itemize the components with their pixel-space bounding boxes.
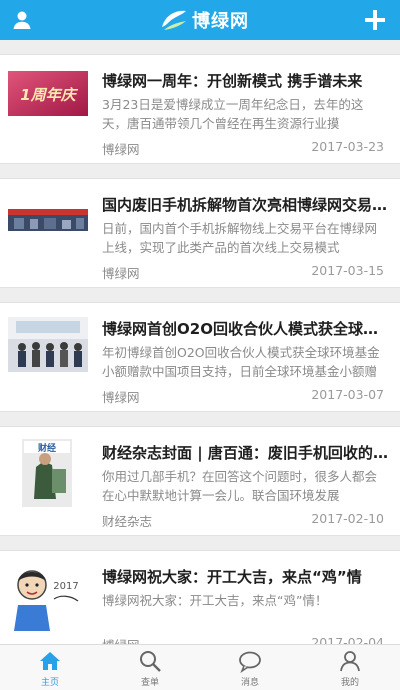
message-icon bbox=[239, 651, 261, 673]
bottom-tab-bar: 主页 查单 消息 我的 bbox=[0, 644, 400, 690]
news-summary: 日前，国内首个手机拆解物线上交易平台在博绿网上线，实现了此类产品的首次线上交易模… bbox=[102, 221, 378, 255]
search-icon bbox=[140, 651, 161, 672]
tab-orders[interactable]: 查单 bbox=[100, 645, 200, 690]
news-source: 财经杂志 bbox=[102, 514, 153, 529]
news-title[interactable]: 博绿网一周年：开创新模式 携手谱未来 bbox=[102, 70, 390, 91]
plus-icon bbox=[365, 10, 385, 30]
news-item[interactable]: 国内废旧手机拆解物首次亮相博绿网交易平台 日前，国内首个手机拆解物线上交易平台在… bbox=[0, 178, 400, 288]
tab-label: 消息 bbox=[240, 678, 259, 688]
news-date: 2017-03-07 bbox=[311, 387, 384, 402]
app-title: 博绿网 bbox=[192, 11, 249, 32]
news-summary: 你用过几部手机？在回答这个问题时，很多人都会在心中默默地计算一会儿。联合国环境发… bbox=[102, 469, 378, 503]
news-item[interactable]: 博绿网首创O2O回收合伙人模式获全球环境基金 年初博绿首创O2O回收合伙人模式获… bbox=[0, 302, 400, 412]
news-thumbnail bbox=[8, 209, 88, 231]
tab-messages[interactable]: 消息 bbox=[200, 645, 300, 690]
user-icon bbox=[340, 651, 360, 672]
news-date: 2017-03-15 bbox=[311, 263, 384, 278]
svg-text:1周年庆: 1周年庆 bbox=[20, 86, 78, 104]
news-item[interactable]: 1周年庆 博绿网一周年：开创新模式 携手谱未来 3月23日是爱博绿成立一周年纪念… bbox=[0, 54, 400, 164]
news-title[interactable]: 国内废旧手机拆解物首次亮相博绿网交易平台 bbox=[102, 194, 390, 215]
user-icon bbox=[13, 11, 31, 29]
svg-text:2017: 2017 bbox=[53, 581, 78, 592]
brand-logo: 博绿网 bbox=[160, 5, 249, 35]
news-summary: 3月23日是爱博绿成立一周年纪念日，去年的这天，唐百通带领几个曾经在再生资源行业… bbox=[102, 97, 364, 131]
home-icon bbox=[40, 652, 60, 670]
news-title[interactable]: 博绿网首创O2O回收合伙人模式获全球环境基金 bbox=[102, 318, 390, 339]
news-feed: 1周年庆 博绿网一周年：开创新模式 携手谱未来 3月23日是爱博绿成立一周年纪念… bbox=[0, 54, 400, 674]
tab-label: 查单 bbox=[140, 678, 159, 688]
news-title[interactable]: 财经杂志封面 | 唐百通：废旧手机回收的生意 bbox=[102, 442, 390, 463]
news-thumbnail bbox=[8, 317, 88, 372]
news-summary: 博绿网祝大家：开工大吉，来点“鸡”情！ bbox=[102, 593, 328, 608]
news-title[interactable]: 博绿网祝大家：开工大吉，来点“鸡”情 bbox=[102, 566, 390, 587]
top-bar: 博绿网 bbox=[0, 0, 400, 40]
news-thumbnail: 1周年庆 bbox=[8, 71, 88, 116]
add-button[interactable] bbox=[362, 7, 388, 33]
svg-text:财经: 财经 bbox=[37, 442, 56, 454]
news-item[interactable]: 财经 财经杂志封面 | 唐百通：废旧手机回收的生意 你用过几部手机？在回答这个问… bbox=[0, 426, 400, 536]
profile-button[interactable] bbox=[10, 8, 34, 32]
bolv-logo-icon bbox=[162, 10, 186, 30]
news-date: 2017-02-10 bbox=[311, 511, 384, 526]
news-date: 2017-03-23 bbox=[311, 139, 384, 154]
news-thumbnail: 2017 bbox=[8, 561, 82, 631]
tab-profile[interactable]: 我的 bbox=[300, 645, 400, 690]
tab-label: 主页 bbox=[40, 678, 59, 688]
news-source: 博绿网 bbox=[102, 142, 140, 157]
news-source: 博绿网 bbox=[102, 390, 140, 405]
tab-label: 我的 bbox=[340, 678, 359, 688]
news-thumbnail: 财经 bbox=[22, 439, 72, 507]
news-summary: 年初博绿首创O2O回收合伙人模式获全球环境基金小额赠款中国项目支持，日前全球环境… bbox=[102, 345, 380, 379]
news-source: 博绿网 bbox=[102, 266, 140, 281]
tab-home[interactable]: 主页 bbox=[0, 645, 100, 690]
